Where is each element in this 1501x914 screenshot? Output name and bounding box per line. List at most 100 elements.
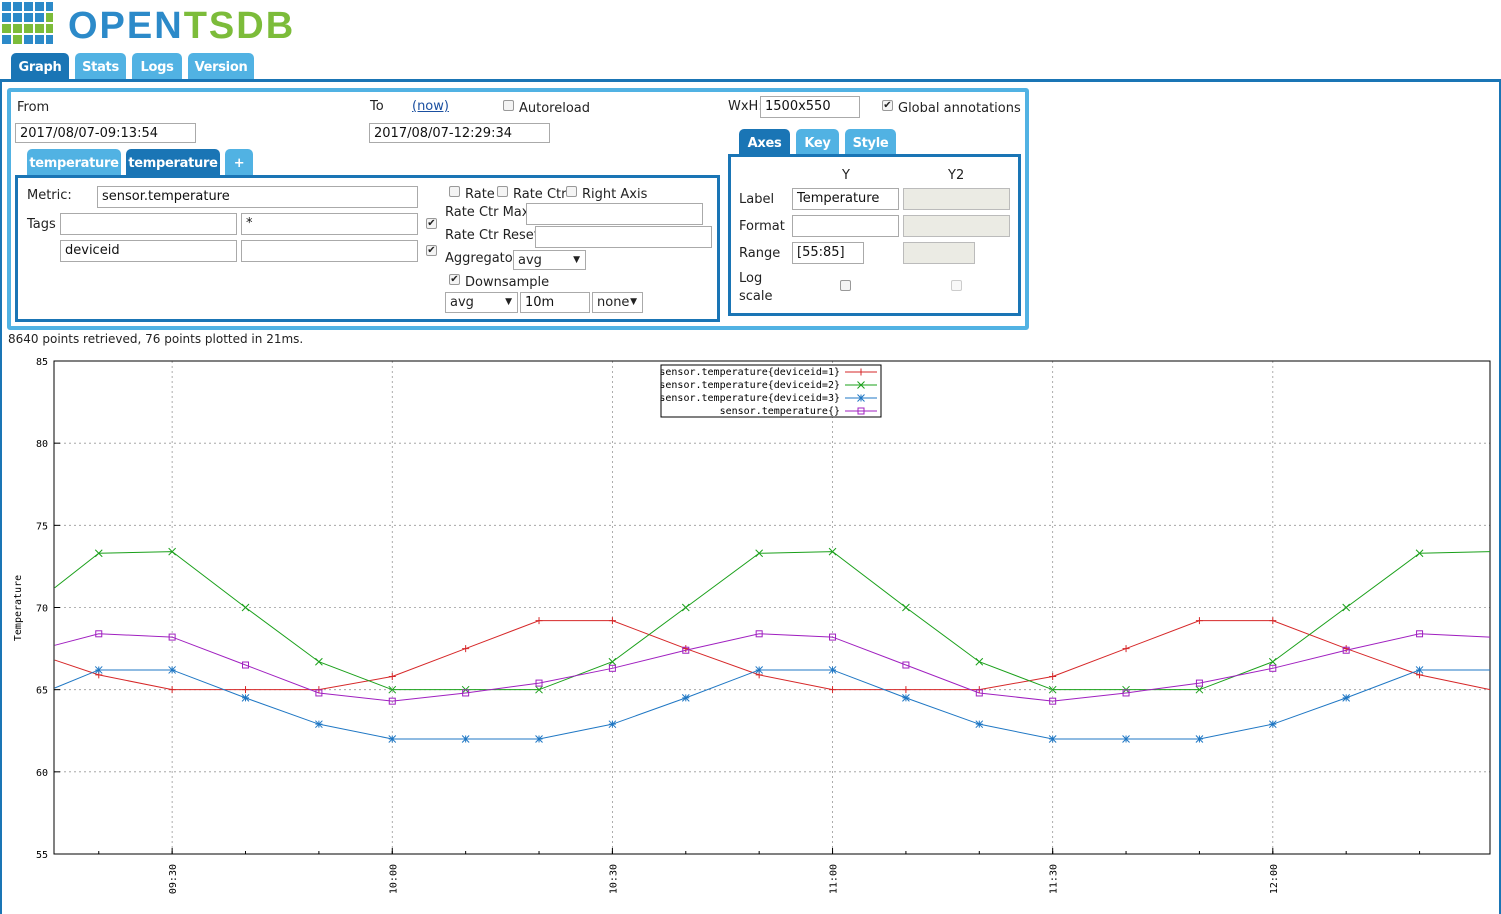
x-tick-label: 11:30 <box>1049 864 1060 894</box>
add-metric-tab[interactable]: + <box>225 149 253 175</box>
data-point-3 <box>681 694 690 702</box>
rate-ctr-max-input[interactable] <box>526 203 703 225</box>
y-range-input[interactable]: [55:85] <box>792 242 864 264</box>
now-link[interactable]: (now) <box>412 99 449 114</box>
data-point-2 <box>94 549 103 558</box>
tag-key-input-2[interactable]: deviceid <box>60 240 237 262</box>
data-point-1 <box>388 673 396 681</box>
y-label-input[interactable]: Temperature <box>792 188 899 210</box>
downsample-fill-select[interactable]: none ▼ <box>592 292 643 313</box>
data-point-4 <box>315 689 323 697</box>
tab-graph[interactable]: Graph <box>11 53 69 80</box>
tab-stats[interactable]: Stats <box>75 53 126 80</box>
rate-ctr-reset-input[interactable] <box>535 226 712 248</box>
tab-style[interactable]: Style <box>845 129 896 155</box>
rate-ctr-checkbox[interactable] <box>497 186 508 197</box>
global-annotations-checkbox[interactable]: ✔ <box>882 100 893 111</box>
chevron-down-icon: ▼ <box>505 297 512 307</box>
data-point-4 <box>829 633 837 641</box>
legend-label-4: sensor.temperature{} <box>720 406 840 417</box>
axes-format-label: Format <box>739 219 785 234</box>
tag-group-checkbox-2[interactable]: ✔ <box>426 245 437 256</box>
data-point-4 <box>1195 679 1203 687</box>
data-point-2 <box>1342 603 1351 612</box>
tag-value-input-2[interactable] <box>241 240 418 262</box>
data-point-1 <box>242 686 250 694</box>
y2-label-input <box>903 188 1010 210</box>
data-point-1 <box>1269 617 1277 625</box>
downsample-fill-value: none <box>597 295 630 310</box>
page-border-left <box>0 79 2 914</box>
chart-legend: sensor.temperature{deviceid=1} sensor.tem… <box>659 364 882 418</box>
data-point-3 <box>461 735 470 743</box>
tab-key[interactable]: Key <box>796 129 839 155</box>
wxh-input[interactable]: 1500x550 <box>760 96 860 118</box>
y-tick-label: 80 <box>36 439 48 450</box>
data-point-2 <box>168 547 176 556</box>
metric-tab-temperature-2[interactable]: temperature <box>126 149 220 175</box>
metric-input[interactable]: sensor.temperature <box>97 186 418 208</box>
downsample-checkbox[interactable]: ✔ <box>449 274 460 285</box>
data-point-3 <box>1268 720 1277 729</box>
downsample-interval-input[interactable]: 10m <box>520 292 590 313</box>
data-point-2 <box>828 547 837 556</box>
aggregator-select-value: avg <box>518 253 542 268</box>
legend-marker-3 <box>857 394 865 402</box>
tag-key-input-1[interactable] <box>60 213 237 235</box>
rate-ctr-reset-label: Rate Ctr Reset: <box>445 228 544 243</box>
tag-group-checkbox-1[interactable]: ✔ <box>426 218 437 229</box>
metric-label: Metric: <box>27 188 72 203</box>
data-point-3 <box>168 666 176 674</box>
rate-label: Rate <box>465 187 495 202</box>
tags-label: Tags <box>27 217 56 232</box>
tab-axes[interactable]: Axes <box>739 129 790 155</box>
y-format-input[interactable] <box>792 215 899 237</box>
autoreload-checkbox[interactable] <box>503 100 514 111</box>
downsample-func-select[interactable]: avg ▼ <box>445 292 518 313</box>
data-point-3 <box>1122 735 1130 743</box>
nav-divider <box>0 79 1501 82</box>
right-axis-checkbox[interactable] <box>566 186 577 197</box>
downsample-func-value: avg <box>450 295 474 310</box>
y-tick-label: 70 <box>36 604 48 615</box>
aggregator-select[interactable]: avg ▼ <box>513 250 586 270</box>
axes-range-label: Range <box>739 246 781 261</box>
rate-checkbox[interactable] <box>449 186 460 197</box>
x-tick-label: 10:30 <box>608 864 619 894</box>
tag-value-input-1[interactable]: * <box>241 213 418 235</box>
data-point-4 <box>1122 689 1130 697</box>
data-point-2 <box>1048 685 1057 694</box>
data-point-4 <box>168 633 176 641</box>
status-text: 8640 points retrieved, 76 points plotted… <box>8 332 304 346</box>
axes-label-label: Label <box>739 192 775 207</box>
data-point-2 <box>461 685 470 694</box>
from-label: From <box>17 100 50 115</box>
series-line-4 <box>54 633 1491 702</box>
data-point-1 <box>608 617 616 625</box>
legend-box <box>660 364 882 418</box>
data-point-4 <box>1049 697 1057 705</box>
data-point-1 <box>829 686 837 694</box>
tab-version[interactable]: Version <box>188 53 254 80</box>
right-axis-label: Right Axis <box>582 187 648 202</box>
data-point-4 <box>755 630 763 638</box>
aggregator-label: Aggregator: <box>445 251 523 266</box>
series-line-2 <box>54 551 1491 691</box>
chevron-down-icon: ▼ <box>630 297 637 307</box>
metric-tab-temperature-1[interactable]: temperature <box>27 149 121 175</box>
rate-ctr-label: Rate Ctr <box>513 187 567 202</box>
y-log-scale-checkbox[interactable] <box>840 280 851 291</box>
data-point-1 <box>315 686 323 694</box>
legend-label-3: sensor.temperature{deviceid=3} <box>659 393 840 404</box>
data-point-3 <box>535 735 543 743</box>
legend-marker-1 <box>857 368 865 376</box>
tab-logs[interactable]: Logs <box>132 53 182 80</box>
from-input[interactable]: 2017/08/07-09:13:54 <box>15 123 196 143</box>
data-point-4 <box>682 646 690 654</box>
logo-grid-icon <box>2 2 53 44</box>
legend-marker-4 <box>857 407 865 415</box>
data-point-4 <box>535 679 543 687</box>
data-point-1 <box>1342 645 1350 653</box>
to-input[interactable]: 2017/08/07-12:29:34 <box>369 123 550 143</box>
data-point-1 <box>168 686 176 694</box>
